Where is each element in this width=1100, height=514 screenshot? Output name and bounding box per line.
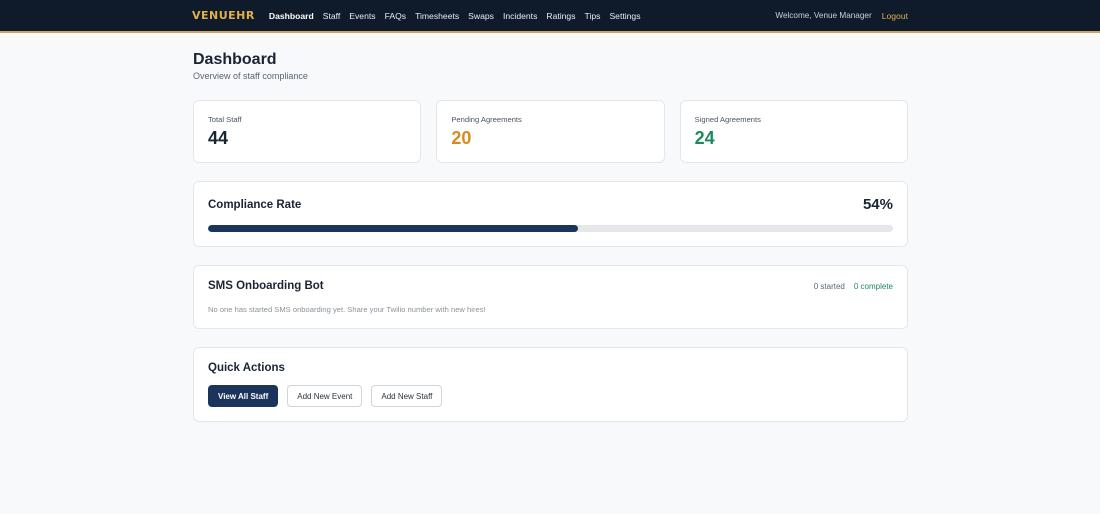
stat-label: Pending Agreements — [451, 115, 522, 124]
brand-logo[interactable]: VENUEHR — [192, 9, 255, 22]
quick-actions-title: Quick Actions — [208, 362, 285, 374]
compliance-card: Compliance Rate 54% — [193, 181, 908, 247]
add-new-event-button[interactable]: Add New Event — [287, 385, 363, 407]
sms-empty-note: No one has started SMS onboarding yet. S… — [208, 305, 486, 314]
nav-link-tips[interactable]: Tips — [585, 11, 601, 21]
stat-value: 20 — [451, 128, 472, 148]
compliance-progress-track — [208, 225, 893, 232]
stat-card-pending-agreements: Pending Agreements 20 — [436, 100, 665, 163]
logout-link[interactable]: Logout — [882, 11, 908, 21]
sms-onboarding-card: SMS Onboarding Bot 0 started 0 complete … — [193, 265, 908, 329]
compliance-rate-value: 54% — [862, 196, 893, 213]
nav-link-dashboard[interactable]: Dashboard — [269, 11, 314, 21]
welcome-text: Welcome, Venue Manager — [775, 11, 872, 20]
nav-link-settings[interactable]: Settings — [609, 11, 640, 21]
sms-counts: 0 started 0 complete — [814, 282, 893, 291]
stat-card-total-staff: Total Staff 44 — [193, 100, 422, 163]
stat-label: Signed Agreements — [694, 115, 761, 124]
nav-user-area: Welcome, Venue Manager Logout — [775, 11, 908, 21]
add-new-staff-button[interactable]: Add New Staff — [371, 385, 443, 407]
nav-links: Dashboard Staff Events FAQs Timesheets S… — [269, 11, 641, 21]
stat-label: Total Staff — [208, 115, 242, 124]
nav-link-staff[interactable]: Staff — [323, 11, 341, 21]
page-title: Dashboard — [193, 51, 277, 68]
nav-link-incidents[interactable]: Incidents — [503, 11, 537, 21]
main-content: Dashboard Overview of staff compliance T… — [193, 33, 908, 422]
quick-actions-card: Quick Actions View All Staff Add New Eve… — [193, 347, 908, 422]
sms-title: SMS Onboarding Bot — [208, 280, 324, 292]
page-subtitle: Overview of staff compliance — [193, 71, 308, 81]
nav-link-ratings[interactable]: Ratings — [546, 11, 575, 21]
quick-actions-buttons: View All Staff Add New Event Add New Sta… — [208, 385, 893, 407]
sms-complete-count: 0 complete — [853, 281, 893, 291]
nav-link-events[interactable]: Events — [349, 11, 375, 21]
stat-card-signed-agreements: Signed Agreements 24 — [679, 100, 908, 163]
nav-link-swaps[interactable]: Swaps — [468, 11, 494, 21]
stat-value: 24 — [694, 128, 715, 148]
stats-row: Total Staff 44 Pending Agreements 20 Sig… — [193, 100, 908, 163]
view-all-staff-button[interactable]: View All Staff — [208, 385, 279, 407]
nav-link-faqs[interactable]: FAQs — [385, 11, 407, 21]
sms-started-count: 0 started — [813, 281, 845, 291]
compliance-progress-fill — [208, 225, 578, 232]
nav-link-timesheets[interactable]: Timesheets — [415, 11, 459, 21]
stat-value: 44 — [208, 128, 229, 148]
compliance-title: Compliance Rate — [208, 198, 302, 211]
top-navbar: VENUEHR Dashboard Staff Events FAQs Time… — [0, 0, 1100, 33]
